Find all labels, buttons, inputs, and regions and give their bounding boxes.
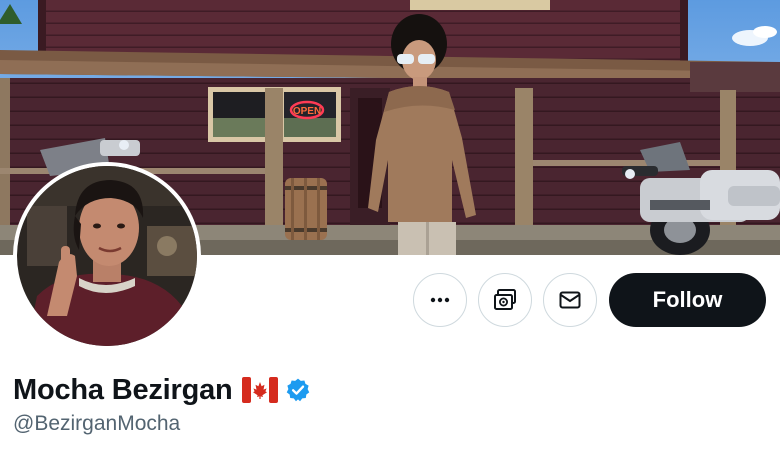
- follow-button[interactable]: Follow: [609, 273, 766, 327]
- verified-badge-icon[interactable]: [285, 377, 311, 403]
- subscribe-button[interactable]: [478, 273, 532, 327]
- message-button[interactable]: [543, 273, 597, 327]
- profile-actions: Follow: [0, 273, 780, 327]
- canada-flag-icon: [241, 377, 278, 403]
- display-name: Mocha Bezirgan: [13, 373, 233, 406]
- neon-open-sign: OPEN: [293, 106, 321, 117]
- more-button[interactable]: [413, 273, 467, 327]
- user-handle: @BezirganMocha: [13, 412, 181, 435]
- subscribe-icon: [494, 289, 516, 310]
- more-dots-icon: [430, 297, 450, 303]
- mail-icon: [559, 291, 581, 309]
- display-name-row: Mocha Bezirgan: [13, 371, 311, 409]
